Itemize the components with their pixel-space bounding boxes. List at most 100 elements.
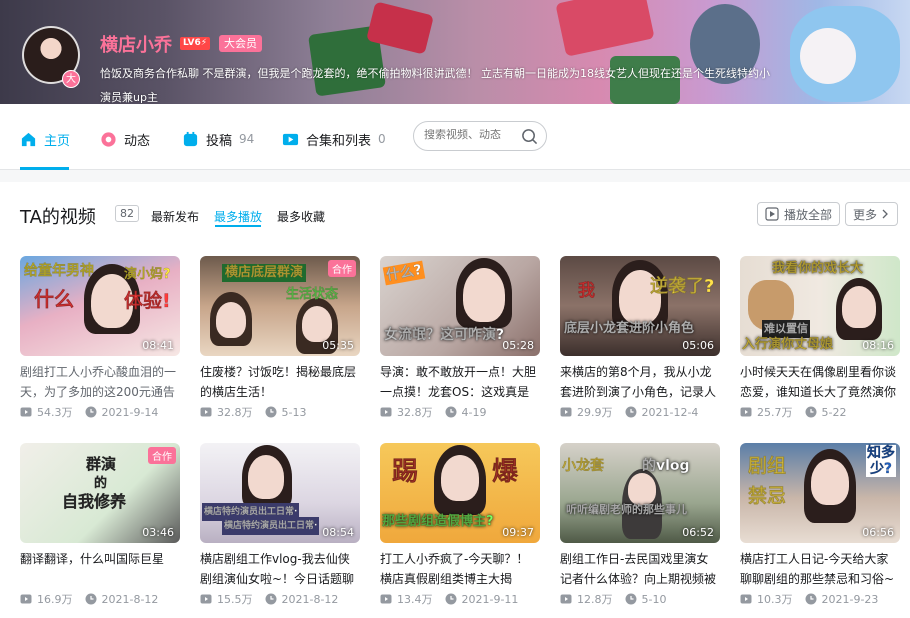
video-title[interactable]: 剧组打工人小乔心酸血泪的一天，为了多加的这200元通告: [20, 362, 180, 402]
thumbnail-caption: 女流氓？这可咋演?: [384, 327, 505, 343]
thumbnail-face: [302, 306, 332, 342]
video-card[interactable]: 我 逆袭了? 底层小龙套进阶小角色 05:06 来横店的第8个月，我从小龙套进阶…: [560, 256, 720, 420]
video-duration: 08:16: [862, 339, 894, 352]
tab-dynamic-label: 动态: [124, 133, 151, 149]
vip-badge-icon: 大: [62, 70, 80, 88]
vip-label: 大会员: [219, 35, 262, 52]
profile-banner: 大 横店小乔 LV6⚡ 大会员 恰饭及商务合作私聊 不是群演，但我是个跑龙套的，…: [0, 0, 910, 104]
video-thumbnail[interactable]: 踢 爆 那些剧组造假博主? 09:37: [380, 443, 540, 543]
video-card[interactable]: 剧组 禁忌 知多少? 06:56 横店打工人日记-今天给大家聊聊剧组的那些禁忌和…: [740, 443, 900, 607]
video-card[interactable]: 群演 的 自我修养 合作 03:46 翻译翻译，什么叫国际巨星 16.9万 20…: [20, 443, 180, 607]
collection-count: 0: [378, 132, 386, 146]
thumbnail-caption: 入行演你丈母娘: [742, 337, 834, 352]
thumbnail-caption: 自我修养: [62, 492, 127, 511]
video-meta: 15.5万 2021-8-12: [200, 591, 360, 607]
thumbnail-caption: 知多少?: [866, 445, 896, 477]
video-thumbnail[interactable]: 剧组 禁忌 知多少? 06:56: [740, 443, 900, 543]
video-duration: 06:56: [862, 526, 894, 539]
video-card[interactable]: 横店特约演员出工日常· 横店特约演员出工日常· 08:54 横店剧组工作vlog…: [200, 443, 360, 607]
sort-most-played[interactable]: 最多播放: [214, 208, 262, 225]
sort-most-favorited[interactable]: 最多收藏: [277, 208, 325, 225]
play-count-icon: [380, 594, 392, 604]
dynamic-icon: [101, 131, 116, 147]
section-divider: [0, 170, 910, 182]
publish-date: 5-10: [641, 592, 667, 606]
video-thumbnail[interactable]: 我 逆袭了? 底层小龙套进阶小角色 05:06: [560, 256, 720, 356]
publish-date: 2021-9-23: [821, 592, 879, 606]
video-title[interactable]: 打工人小乔疯了-今天聊？！横店真假剧组类博主大揭: [380, 549, 540, 589]
coop-tag: 合作: [328, 260, 356, 277]
video-title[interactable]: 横店剧组工作vlog-我去仙侠剧组演仙女啦~！今日话题聊: [200, 549, 360, 589]
video-thumbnail[interactable]: 横店底层群演 生活状态 合作 05:35: [200, 256, 360, 356]
search-input[interactable]: [424, 129, 520, 141]
thumbnail-caption: 的vlog: [642, 458, 690, 474]
video-thumbnail[interactable]: 横店特约演员出工日常· 横店特约演员出工日常· 08:54: [200, 443, 360, 543]
video-duration: 08:54: [322, 526, 354, 539]
view-count: 32.8万: [397, 406, 433, 419]
video-title[interactable]: 住废楼？讨饭吃！揭秘最底层的横店生活！: [200, 362, 360, 402]
sort-indicator: [215, 225, 261, 227]
thumbnail-caption: 底层小龙套进阶小角色: [564, 321, 695, 336]
video-title[interactable]: 小时候天天在偶像剧里看你谈恋爱，谁知道长大了竟然演你: [740, 362, 900, 402]
video-title[interactable]: 来横店的第8个月，我从小龙套进阶到演了小角色，记录人: [560, 362, 720, 402]
video-thumbnail[interactable]: 给童年男神 演小妈? 什么 体验! 08:41: [20, 256, 180, 356]
view-count: 54.3万: [37, 406, 73, 419]
tab-collection[interactable]: 合集和列表 0: [282, 128, 386, 150]
video-thumbnail[interactable]: 群演 的 自我修养 合作 03:46: [20, 443, 180, 543]
thumbnail-face: [811, 459, 849, 505]
thumbnail-caption: 逆袭了?: [650, 276, 715, 297]
clock-icon: [625, 593, 636, 605]
publish-date: 2021-8-12: [281, 592, 339, 606]
publish-date: 4-19: [461, 405, 487, 419]
video-thumbnail[interactable]: 什么? 女流氓？这可咋演? 05:28: [380, 256, 540, 356]
video-card[interactable]: 踢 爆 那些剧组造假博主? 09:37 打工人小乔疯了-今天聊？！横店真假剧组类…: [380, 443, 540, 607]
video-title[interactable]: 剧组工作日-去民国戏里演女记者什么体验？向上期视频被: [560, 549, 720, 589]
upload-count: 94: [239, 132, 255, 146]
video-title[interactable]: 导演：敢不敢放开一点！大胆一点摸！龙套OS：这戏真是: [380, 362, 540, 402]
videos-header: TA的视频 82 最新发布 最多播放 最多收藏 播放全部 更多: [0, 182, 910, 236]
thumbnail-caption: 演小妈?: [124, 267, 171, 282]
tab-upload[interactable]: 投稿 94: [182, 128, 254, 150]
tab-home-label: 主页: [44, 133, 71, 149]
more-button[interactable]: 更多: [845, 202, 899, 226]
thumbnail-caption: 什么?: [382, 260, 426, 286]
video-duration: 06:52: [682, 526, 714, 539]
video-card[interactable]: 给童年男神 演小妈? 什么 体验! 08:41 剧组打工人小乔心酸血泪的一天，为…: [20, 256, 180, 420]
video-card[interactable]: 小龙套 的vlog 听听编剧老师的那些事儿 06:52 剧组工作日-去民国戏里演…: [560, 443, 720, 607]
video-meta: 29.9万 2021-12-4: [560, 404, 720, 420]
clock-icon: [85, 593, 96, 605]
thumbnail-caption: 给童年男神: [24, 263, 94, 279]
video-title[interactable]: 翻译翻译，什么叫国际巨星: [20, 549, 180, 589]
video-meta: 25.7万 5-22: [740, 404, 900, 420]
video-card[interactable]: 横店底层群演 生活状态 合作 05:35 住废楼？讨饭吃！揭秘最底层的横店生活！…: [200, 256, 360, 420]
collection-icon: [282, 133, 299, 145]
play-count-icon: [740, 594, 752, 604]
chevron-right-icon: [882, 209, 888, 219]
tab-home[interactable]: 主页: [20, 128, 70, 150]
search-box[interactable]: [413, 121, 547, 151]
thumbnail-caption: 体验!: [124, 290, 171, 312]
video-card[interactable]: 什么? 女流氓？这可咋演? 05:28 导演：敢不敢放开一点！大胆一点摸！龙套O…: [380, 256, 540, 420]
tab-upload-label: 投稿: [206, 133, 233, 149]
thumbnail-caption: 小龙套: [562, 458, 604, 474]
tab-dynamic[interactable]: 动态: [100, 128, 150, 150]
publish-date: 5-22: [821, 405, 847, 419]
publish-date: 2021-9-11: [461, 592, 519, 606]
video-duration: 05:06: [682, 339, 714, 352]
view-count: 12.8万: [577, 593, 613, 606]
video-duration: 05:28: [502, 339, 534, 352]
clock-icon: [445, 593, 456, 605]
publish-date: 2021-9-14: [101, 405, 159, 419]
search-icon[interactable]: [521, 128, 538, 145]
view-count: 16.9万: [37, 593, 73, 606]
user-signature: 恰饭及商务合作私聊 不是群演，但我是个跑龙套的，绝不偷拍物料很讲武德！ 立志有朝…: [100, 62, 840, 104]
video-thumbnail[interactable]: 我看你的戏长大 难以置信 入行演你丈母娘 08:16: [740, 256, 900, 356]
video-thumbnail[interactable]: 小龙套 的vlog 听听编剧老师的那些事儿 06:52: [560, 443, 720, 543]
sort-latest[interactable]: 最新发布: [151, 208, 199, 225]
play-count-icon: [380, 407, 392, 417]
video-title[interactable]: 横店打工人日记-今天给大家聊聊剧组的那些禁忌和习俗~: [740, 549, 900, 589]
video-card[interactable]: 我看你的戏长大 难以置信 入行演你丈母娘 08:16 小时候天天在偶像剧里看你谈…: [740, 256, 900, 420]
play-count-icon: [200, 407, 212, 417]
publish-date: 5-13: [281, 405, 307, 419]
play-all-button[interactable]: 播放全部: [757, 202, 841, 226]
